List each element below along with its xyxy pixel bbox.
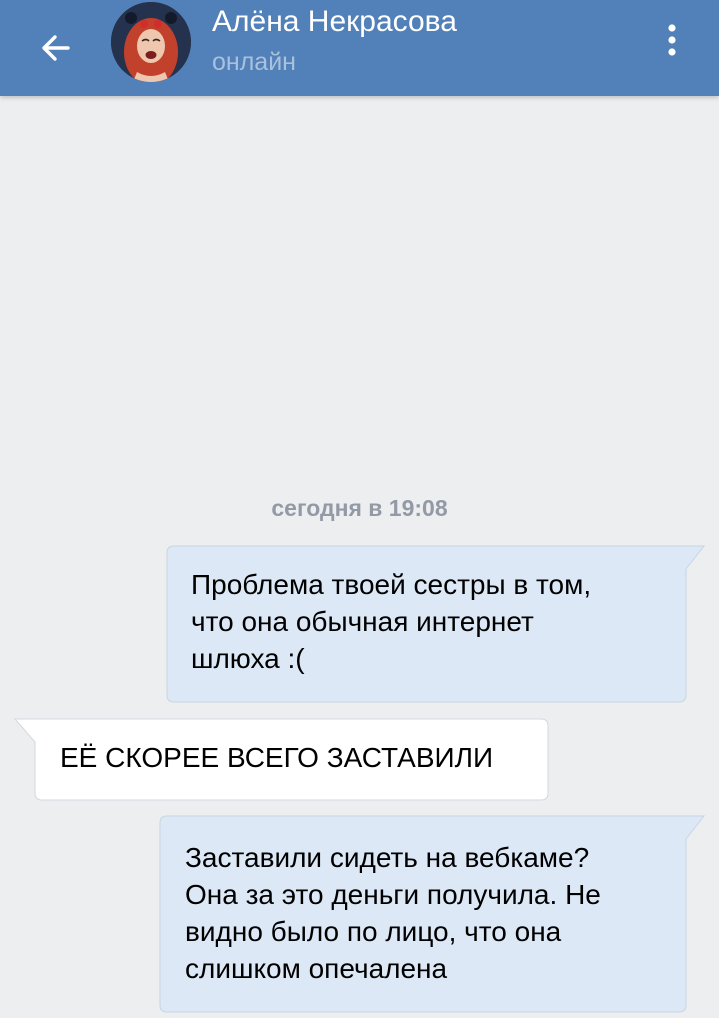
message-outgoing[interactable]: Заставили сидеть на вебкаме? Она за это … — [159, 815, 710, 1013]
online-status: онлайн — [212, 48, 296, 76]
arrow-left-icon — [42, 35, 70, 61]
contact-name[interactable]: Алёна Некрасова — [212, 4, 457, 40]
message-incoming[interactable]: ЕЁ СКОРЕЕ ВСЕГО ЗАСТАВИЛИ — [13, 718, 550, 802]
message-line: видно было по лицо, что она — [185, 916, 562, 947]
message-line: Заставили сидеть на вебкаме? — [185, 842, 590, 873]
avatar-portrait — [111, 2, 191, 82]
message-line: шлюха :( — [191, 643, 305, 674]
avatar[interactable] — [111, 2, 191, 82]
back-button[interactable] — [28, 20, 84, 76]
message-line: Она за это деньги получила. Не — [185, 879, 601, 910]
more-vertical-icon — [668, 24, 676, 56]
chat-header: Алёна Некрасова онлайн — [0, 0, 719, 96]
more-menu-button[interactable] — [652, 18, 692, 62]
message-line: слишком опечалена — [185, 953, 448, 984]
message-outgoing[interactable]: Проблема твоей сестры в том, что она обы… — [166, 545, 710, 703]
message-line: ЕЁ СКОРЕЕ ВСЕГО ЗАСТАВИЛИ — [60, 742, 494, 773]
message-line: Проблема твоей сестры в том, — [191, 569, 592, 600]
message-line: что она обычная интернет — [191, 606, 534, 637]
date-separator: сегодня в 19:08 — [271, 495, 448, 521]
